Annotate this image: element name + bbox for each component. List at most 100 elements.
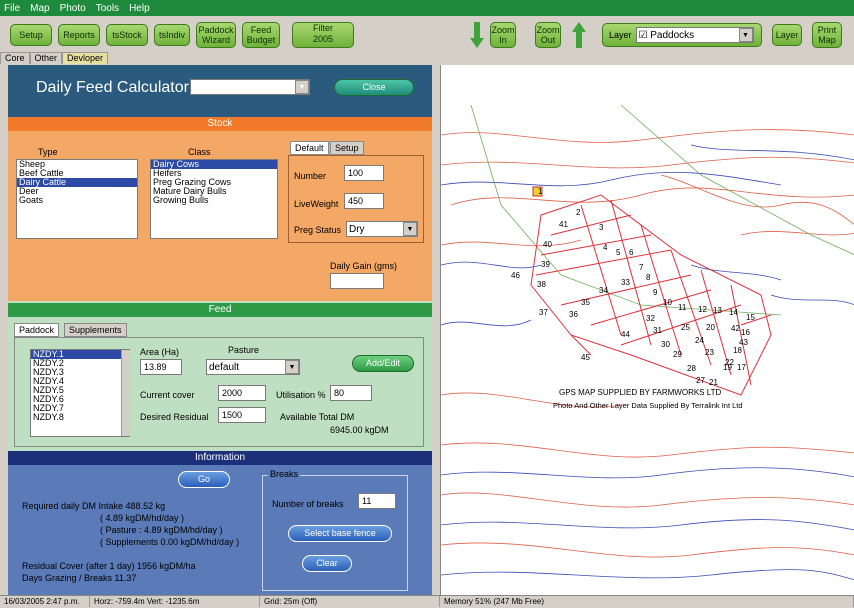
number-of-breaks-field[interactable]: 11 xyxy=(358,493,396,509)
paddock-number-label[interactable]: 43 xyxy=(739,338,748,347)
class-list[interactable]: Dairy Cows Heifers Preg Grazing Cows Mature… xyxy=(150,159,278,239)
paddock-number-label[interactable]: 39 xyxy=(541,260,550,269)
menu-tools[interactable]: Tools xyxy=(96,3,119,14)
zoom-out-button[interactable]: Zoom Out xyxy=(535,22,561,48)
paddock-list[interactable]: NZDY.1 NZDY.2 NZDY.3 NZDY.4 NZDY.5 NZDY.6 NZDY… xyxy=(30,349,130,437)
tsindiv-button[interactable]: tsIndiv xyxy=(154,24,190,46)
paddock-number-label[interactable]: 25 xyxy=(681,323,690,332)
paddock-number-label[interactable]: 2 xyxy=(576,208,581,217)
tab-setup[interactable]: Setup xyxy=(330,141,364,155)
reports-button[interactable]: Reports xyxy=(58,24,100,46)
desired-residual-label: Desired Residual xyxy=(140,412,209,422)
paddock-number-label[interactable]: 37 xyxy=(539,308,548,317)
paddock-number-label[interactable]: 44 xyxy=(621,330,630,339)
filter-box[interactable]: Filter 2005 xyxy=(292,22,354,48)
print-map-button[interactable]: Print Map xyxy=(812,22,842,48)
daily-gain-field[interactable] xyxy=(330,273,384,289)
tab-other[interactable]: Other xyxy=(29,52,63,64)
menu-file[interactable]: File xyxy=(4,3,20,14)
number-field[interactable]: 100 xyxy=(344,165,384,181)
paddock-number-label[interactable]: 17 xyxy=(737,363,746,372)
type-list[interactable]: Sheep Beef Cattle Dairy Cattle Deer Goats xyxy=(16,159,138,239)
area-field[interactable]: 13.89 xyxy=(140,359,182,375)
preg-status-select[interactable]: Dry ▼ xyxy=(346,221,418,237)
menu-help[interactable]: Help xyxy=(129,3,150,14)
tab-paddock[interactable]: Paddock xyxy=(14,323,60,337)
paddock-number-label[interactable]: 24 xyxy=(695,336,704,345)
farm-map[interactable]: 1 2 3 4 5 6 7 8 9 10 11 12 13 14 15 16 17 18 19 20 21 22 23 24 2… xyxy=(440,65,854,595)
blue-contours xyxy=(440,144,854,581)
paddock-number-label[interactable]: 22 xyxy=(725,358,734,367)
select-base-fence-button[interactable]: Select base fence xyxy=(288,525,392,542)
dm-intake-per-head: ( 4.89 kgDM/hd/day ) xyxy=(100,513,185,523)
add-edit-button[interactable]: Add/Edit xyxy=(352,355,414,372)
paddock-number-label[interactable]: 32 xyxy=(646,314,655,323)
paddock-number-label[interactable]: 8 xyxy=(646,273,651,282)
list-item[interactable]: Growing Bulls xyxy=(151,196,277,205)
menu-map[interactable]: Map xyxy=(30,3,49,14)
paddock-number-label[interactable]: 9 xyxy=(653,288,658,297)
paddock-number-label[interactable]: 41 xyxy=(559,220,568,229)
arrow-up-icon[interactable] xyxy=(572,22,586,48)
layer-combo[interactable]: ☑ Paddocks ▼ xyxy=(635,27,754,43)
paddock-number-label[interactable]: 12 xyxy=(698,305,707,314)
menu-photo[interactable]: Photo xyxy=(60,3,86,14)
close-button[interactable]: Close xyxy=(334,79,414,96)
paddock-number-label[interactable]: 20 xyxy=(706,323,715,332)
paddock-number-label[interactable]: 27 xyxy=(696,376,705,385)
paddock-number-label[interactable]: 36 xyxy=(569,310,578,319)
paddock-number-label[interactable]: 38 xyxy=(537,280,546,289)
setup-button[interactable]: Setup xyxy=(10,24,52,46)
paddock-number-label[interactable]: 1 xyxy=(538,187,543,196)
paddock-number-label[interactable]: 11 xyxy=(678,303,687,312)
list-item[interactable]: Goats xyxy=(17,196,137,205)
paddock-number-label[interactable]: 23 xyxy=(705,348,714,357)
layer-button[interactable]: Layer xyxy=(772,24,802,46)
clear-button[interactable]: Clear xyxy=(302,555,352,572)
paddock-list-scrollbar[interactable] xyxy=(121,350,130,436)
paddock-number-label[interactable]: 30 xyxy=(661,340,670,349)
paddock-number-label[interactable]: 29 xyxy=(673,350,682,359)
tab-core[interactable]: Core xyxy=(0,52,30,64)
paddock-number-label[interactable]: 14 xyxy=(729,308,738,317)
paddock-number-label[interactable]: 40 xyxy=(543,240,552,249)
paddock-number-label[interactable]: 46 xyxy=(511,271,520,280)
paddock-number-label[interactable]: 33 xyxy=(621,278,630,287)
paddock-number-label[interactable]: 16 xyxy=(741,328,750,337)
paddock-number-label[interactable]: 18 xyxy=(733,346,742,355)
list-item[interactable]: NZDY.8 xyxy=(31,413,129,422)
pasture-select[interactable]: default ▼ xyxy=(206,359,300,375)
paddock-number-label[interactable]: 42 xyxy=(731,324,740,333)
tab-default[interactable]: Default xyxy=(290,141,329,155)
days-grazing-text: Days Grazing / Breaks 11.37 xyxy=(22,573,137,583)
mode-select[interactable]: Single paddock ▼ xyxy=(190,79,310,95)
paddock-number-label[interactable]: 6 xyxy=(629,248,634,257)
utilisation-field[interactable]: 80 xyxy=(330,385,372,401)
tab-developer[interactable]: Devloper xyxy=(62,52,109,64)
paddock-wizard-button[interactable]: Paddock Wizard xyxy=(196,22,236,48)
stock-band: Stock xyxy=(8,117,432,131)
zoom-in-button[interactable]: Zoom In xyxy=(490,22,516,48)
current-cover-field[interactable]: 2000 xyxy=(218,385,266,401)
feed-budget-button[interactable]: Feed Budget xyxy=(242,22,280,48)
paddock-number-label[interactable]: 21 xyxy=(709,378,718,387)
paddock-number-label[interactable]: 13 xyxy=(713,306,722,315)
paddock-number-label[interactable]: 3 xyxy=(599,223,604,232)
paddock-number-label[interactable]: 7 xyxy=(639,263,644,272)
liveweight-field[interactable]: 450 xyxy=(344,193,384,209)
desired-residual-field[interactable]: 1500 xyxy=(218,407,266,423)
tab-supplements[interactable]: Supplements xyxy=(64,323,127,337)
paddock-number-label[interactable]: 34 xyxy=(599,286,608,295)
paddock-number-label[interactable]: 5 xyxy=(616,248,621,257)
paddock-number-label[interactable]: 10 xyxy=(663,298,672,307)
paddock-number-label[interactable]: 4 xyxy=(603,243,608,252)
paddock-number-label[interactable]: 35 xyxy=(581,298,590,307)
go-button[interactable]: Go xyxy=(178,471,230,488)
paddock-number-label[interactable]: 15 xyxy=(746,313,755,322)
paddock-number-label[interactable]: 28 xyxy=(687,364,696,373)
map-canvas[interactable]: 12345 67891011 12 13 14151617181920212223242… xyxy=(440,65,854,595)
arrow-down-icon[interactable] xyxy=(470,22,484,48)
paddock-number-label[interactable]: 45 xyxy=(581,353,590,362)
paddock-number-label[interactable]: 31 xyxy=(653,326,662,335)
tsstock-button[interactable]: tsStock xyxy=(106,24,148,46)
